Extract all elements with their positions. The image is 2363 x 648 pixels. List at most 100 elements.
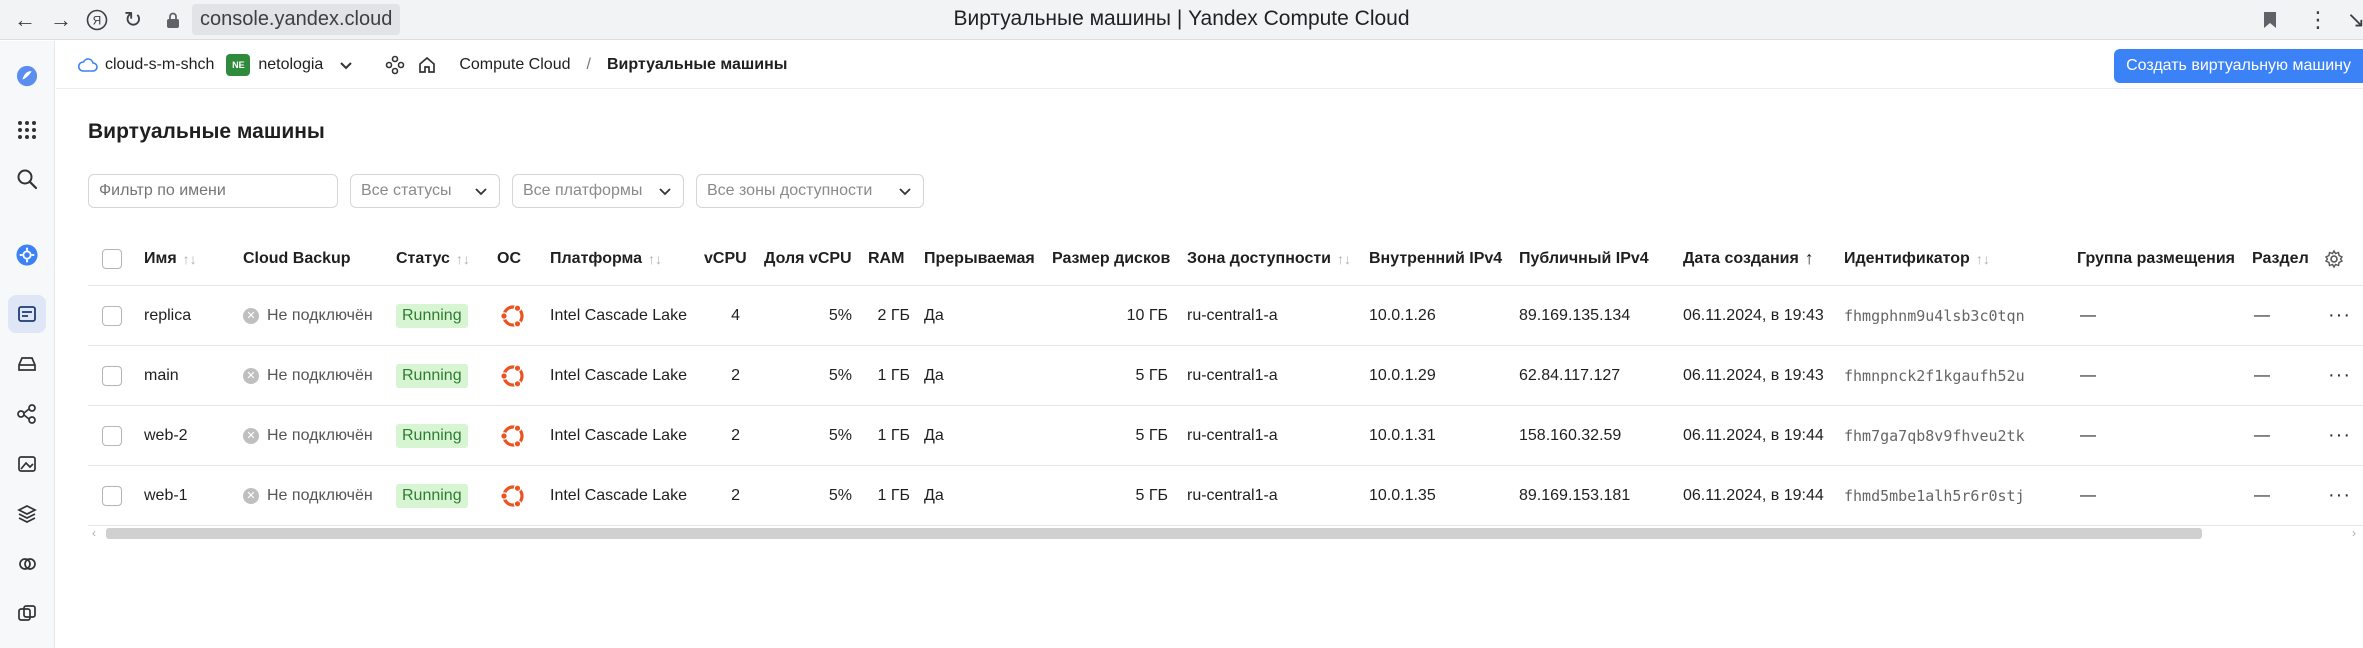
backup-status: Не подключён — [267, 486, 373, 504]
vm-name[interactable]: main — [144, 346, 179, 405]
breadcrumb-service[interactable]: Compute Cloud — [459, 56, 570, 74]
scroll-right-arrow[interactable]: › — [2352, 526, 2356, 540]
apps-grid-icon[interactable] — [8, 111, 46, 149]
placement-group: — — [2080, 426, 2096, 444]
download-icon[interactable]: ↘ — [2349, 7, 2363, 33]
created-date: 06.11.2024, в 19:43 — [1683, 366, 1824, 384]
table-row[interactable]: main ✕ Не подключён Running Intel Cascad… — [88, 346, 2363, 406]
breadcrumb-separator: / — [586, 55, 591, 73]
chevron-down-icon[interactable] — [337, 56, 355, 74]
col-preemptible: Прерываемая — [924, 249, 1035, 267]
horizontal-scrollbar[interactable] — [106, 528, 2202, 539]
status-badge: Running — [396, 423, 468, 448]
url-text: console.yandex.cloud — [192, 4, 401, 35]
yandex-cloud-logo-icon[interactable] — [8, 57, 46, 95]
back-icon[interactable]: ← — [12, 7, 38, 33]
zone: ru-central1-a — [1187, 426, 1278, 444]
select-all-checkbox[interactable] — [102, 248, 122, 269]
browser-toolbar: ← → Я ↻ console.yandex.cloud Виртуальные… — [0, 0, 2363, 40]
col-name[interactable]: Имя ↑↓ — [144, 232, 197, 285]
name-filter-input[interactable] — [88, 174, 338, 208]
platform-filter-select[interactable]: Все платформы — [512, 174, 684, 208]
status-badge: Running — [396, 483, 468, 508]
col-created[interactable]: Дата создания ↑ — [1683, 232, 1814, 285]
row-checkbox[interactable] — [102, 365, 122, 386]
col-os: ОС — [497, 249, 521, 267]
compute-service-icon[interactable] — [8, 236, 46, 274]
backup-cell: ✕ Не подключён — [243, 466, 373, 525]
core-fraction: 5% — [828, 306, 852, 324]
row-actions-icon[interactable]: ··· — [2328, 286, 2351, 345]
core-fraction: 5% — [828, 426, 852, 444]
vcpu: 2 — [731, 486, 740, 504]
forward-icon[interactable]: → — [48, 7, 74, 33]
internal-ip: 10.0.1.29 — [1369, 366, 1436, 384]
cloud-selector[interactable]: cloud-s-m-shch — [78, 56, 214, 74]
chevron-down-icon — [659, 188, 671, 196]
yandex-icon[interactable]: Я — [84, 7, 110, 33]
network-icon[interactable] — [8, 395, 46, 433]
row-checkbox[interactable] — [102, 425, 122, 446]
address-bar[interactable]: console.yandex.cloud — [166, 4, 401, 35]
image-icon[interactable] — [8, 445, 46, 483]
col-status[interactable]: Статус ↑↓ — [396, 232, 470, 285]
col-section: Раздел — [2252, 249, 2309, 267]
vm-list-icon[interactable] — [8, 295, 46, 333]
vm-name[interactable]: web-1 — [144, 466, 188, 525]
instance-groups-icon[interactable] — [8, 595, 46, 633]
sort-icon[interactable]: ↑↓ — [1976, 251, 1990, 267]
folder-name[interactable]: netologia — [258, 56, 323, 74]
ubuntu-icon — [498, 346, 528, 405]
public-ip: 158.160.32.59 — [1519, 426, 1622, 444]
status-badge: Running — [396, 363, 468, 388]
sort-icon[interactable]: ↑↓ — [183, 251, 197, 267]
create-vm-button[interactable]: Создать виртуальную машину — [2114, 49, 2363, 83]
col-platform[interactable]: Платформа ↑↓ — [550, 232, 662, 285]
ubuntu-icon — [498, 466, 528, 525]
row-actions-icon[interactable]: ··· — [2328, 346, 2351, 405]
disk-icon[interactable] — [8, 345, 46, 383]
vcpu: 2 — [731, 426, 740, 444]
sort-icon[interactable]: ↑↓ — [456, 251, 470, 267]
vm-name[interactable]: web-2 — [144, 406, 188, 465]
created-date: 06.11.2024, в 19:44 — [1683, 486, 1824, 504]
sort-icon[interactable]: ↑↓ — [1337, 251, 1351, 267]
backup-status: Не подключён — [267, 366, 373, 384]
col-zone[interactable]: Зона доступности ↑↓ — [1187, 232, 1351, 285]
vm-name[interactable]: replica — [144, 286, 191, 345]
services-icon[interactable] — [385, 55, 405, 75]
table-row[interactable]: web-2 ✕ Не подключён Running Intel Casca… — [88, 406, 2363, 466]
bookmark-icon[interactable] — [2257, 7, 2283, 33]
backup-cell: ✕ Не подключён — [243, 286, 373, 345]
layers-icon[interactable] — [8, 495, 46, 533]
row-checkbox[interactable] — [102, 305, 122, 326]
zone-filter-select[interactable]: Все зоны доступности — [696, 174, 924, 208]
reload-icon[interactable]: ↻ — [120, 7, 146, 33]
core-fraction: 5% — [828, 366, 852, 384]
home-icon[interactable] — [417, 55, 437, 75]
disk-size: 5 ГБ — [1135, 366, 1168, 384]
row-checkbox[interactable] — [102, 485, 122, 506]
platform: Intel Cascade Lake — [550, 306, 687, 324]
snapshot-icon[interactable] — [8, 545, 46, 583]
status-filter-select[interactable]: Все статусы — [350, 174, 500, 208]
menu-icon[interactable]: ⋮ — [2305, 7, 2331, 33]
vm-id: fhmgphnm9u4lsb3c0tqn — [1844, 306, 2025, 325]
table-row[interactable]: web-1 ✕ Не подключён Running Intel Casca… — [88, 466, 2363, 526]
scroll-left-arrow[interactable]: ‹ — [92, 526, 96, 540]
table-header: Имя ↑↓ Cloud Backup Статус ↑↓ ОС Платформа… — [88, 232, 2363, 286]
table-row[interactable]: replica ✕ Не подключён Running Intel Cas… — [88, 286, 2363, 346]
disk-size: 5 ГБ — [1135, 486, 1168, 504]
column-settings-icon[interactable] — [2324, 232, 2344, 285]
col-vcpu: vCPU — [704, 249, 747, 267]
sort-asc-icon[interactable]: ↑ — [1805, 248, 1814, 269]
vm-id: fhmnpnck2f1kgaufh52u — [1844, 366, 2025, 385]
col-backup: Cloud Backup — [243, 249, 351, 267]
col-id[interactable]: Идентификатор ↑↓ — [1844, 232, 1990, 285]
row-actions-icon[interactable]: ··· — [2328, 466, 2351, 525]
platform: Intel Cascade Lake — [550, 486, 687, 504]
preemptible: Да — [924, 486, 944, 504]
sort-icon[interactable]: ↑↓ — [648, 251, 662, 267]
row-actions-icon[interactable]: ··· — [2328, 406, 2351, 465]
search-icon[interactable] — [8, 160, 46, 198]
